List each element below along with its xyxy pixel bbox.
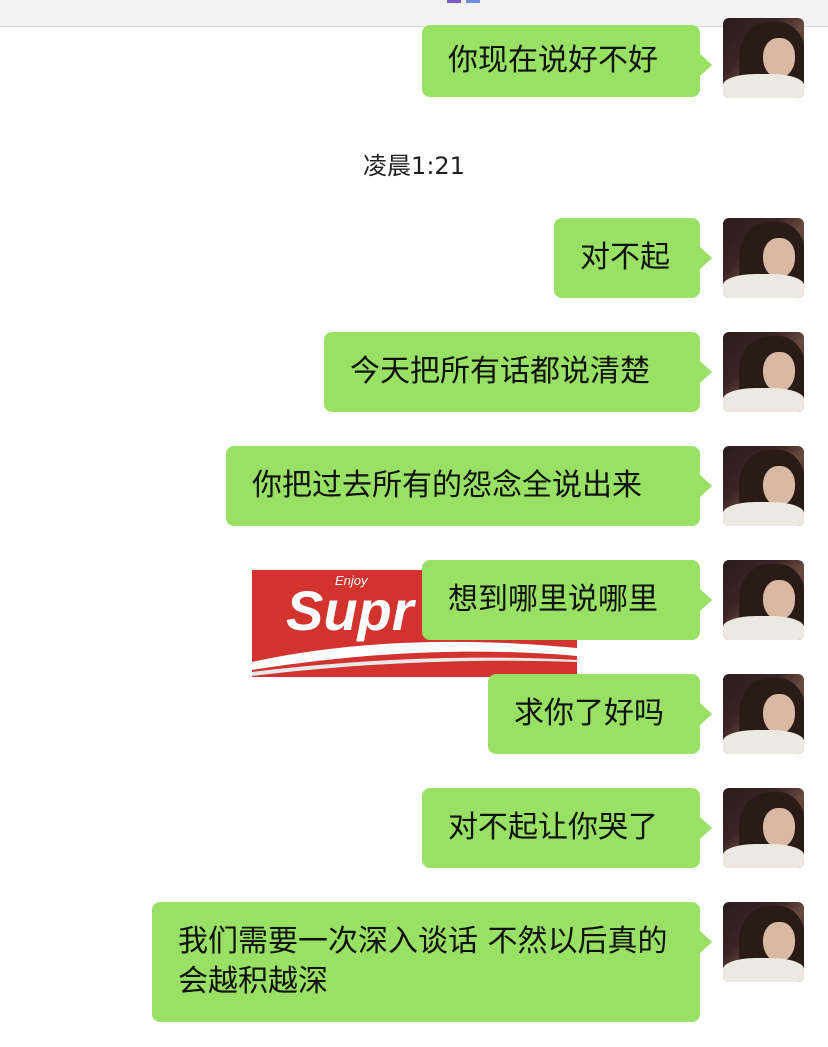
message-row[interactable]: 你把过去所有的怨念全说出来: [226, 446, 712, 526]
message-text: 对不起: [580, 240, 670, 275]
avatar[interactable]: [723, 218, 804, 298]
message-row[interactable]: 我们需要一次深入谈话 不然以后真的会越积越深: [152, 902, 712, 1022]
avatar[interactable]: [723, 332, 804, 412]
message-row[interactable]: 对不起让你哭了: [422, 788, 712, 868]
message-row[interactable]: 想到哪里说哪里: [422, 560, 712, 640]
message-text: 想到哪里说哪里: [448, 582, 658, 617]
top-status-strip: [0, 0, 828, 27]
app-tab-icon: [466, 0, 480, 3]
message-row[interactable]: 你现在说好不好: [422, 25, 712, 97]
message-bubble[interactable]: 想到哪里说哪里: [422, 560, 712, 640]
message-text: 今天把所有话都说清楚: [350, 354, 650, 389]
message-row[interactable]: 今天把所有话都说清楚: [324, 332, 712, 412]
message-bubble[interactable]: 你现在说好不好: [422, 25, 712, 97]
avatar[interactable]: [723, 674, 804, 754]
avatar[interactable]: [723, 560, 804, 640]
message-bubble[interactable]: 你把过去所有的怨念全说出来: [226, 446, 712, 526]
message-bubble[interactable]: 求你了好吗: [488, 674, 712, 754]
message-bubble[interactable]: 今天把所有话都说清楚: [324, 332, 712, 412]
message-row[interactable]: 对不起: [554, 218, 712, 298]
message-row[interactable]: 求你了好吗: [488, 674, 712, 754]
message-text: 求你了好吗: [514, 696, 664, 731]
avatar[interactable]: [723, 902, 804, 982]
sticker-main-text: Supr: [286, 579, 417, 642]
message-bubble[interactable]: 对不起: [554, 218, 712, 298]
avatar[interactable]: [723, 788, 804, 868]
chat-timestamp: 凌晨1:21: [363, 152, 465, 180]
message-text: 你现在说好不好: [448, 43, 658, 78]
avatar[interactable]: [723, 18, 804, 98]
avatar[interactable]: [723, 446, 804, 526]
message-text: 我们需要一次深入谈话 不然以后真的会越积越深: [178, 924, 668, 999]
message-bubble[interactable]: 对不起让你哭了: [422, 788, 712, 868]
app-tab-icon: [447, 0, 461, 3]
message-text: 你把过去所有的怨念全说出来: [252, 468, 642, 503]
message-bubble[interactable]: 我们需要一次深入谈话 不然以后真的会越积越深: [152, 902, 712, 1022]
message-text: 对不起让你哭了: [448, 810, 658, 845]
